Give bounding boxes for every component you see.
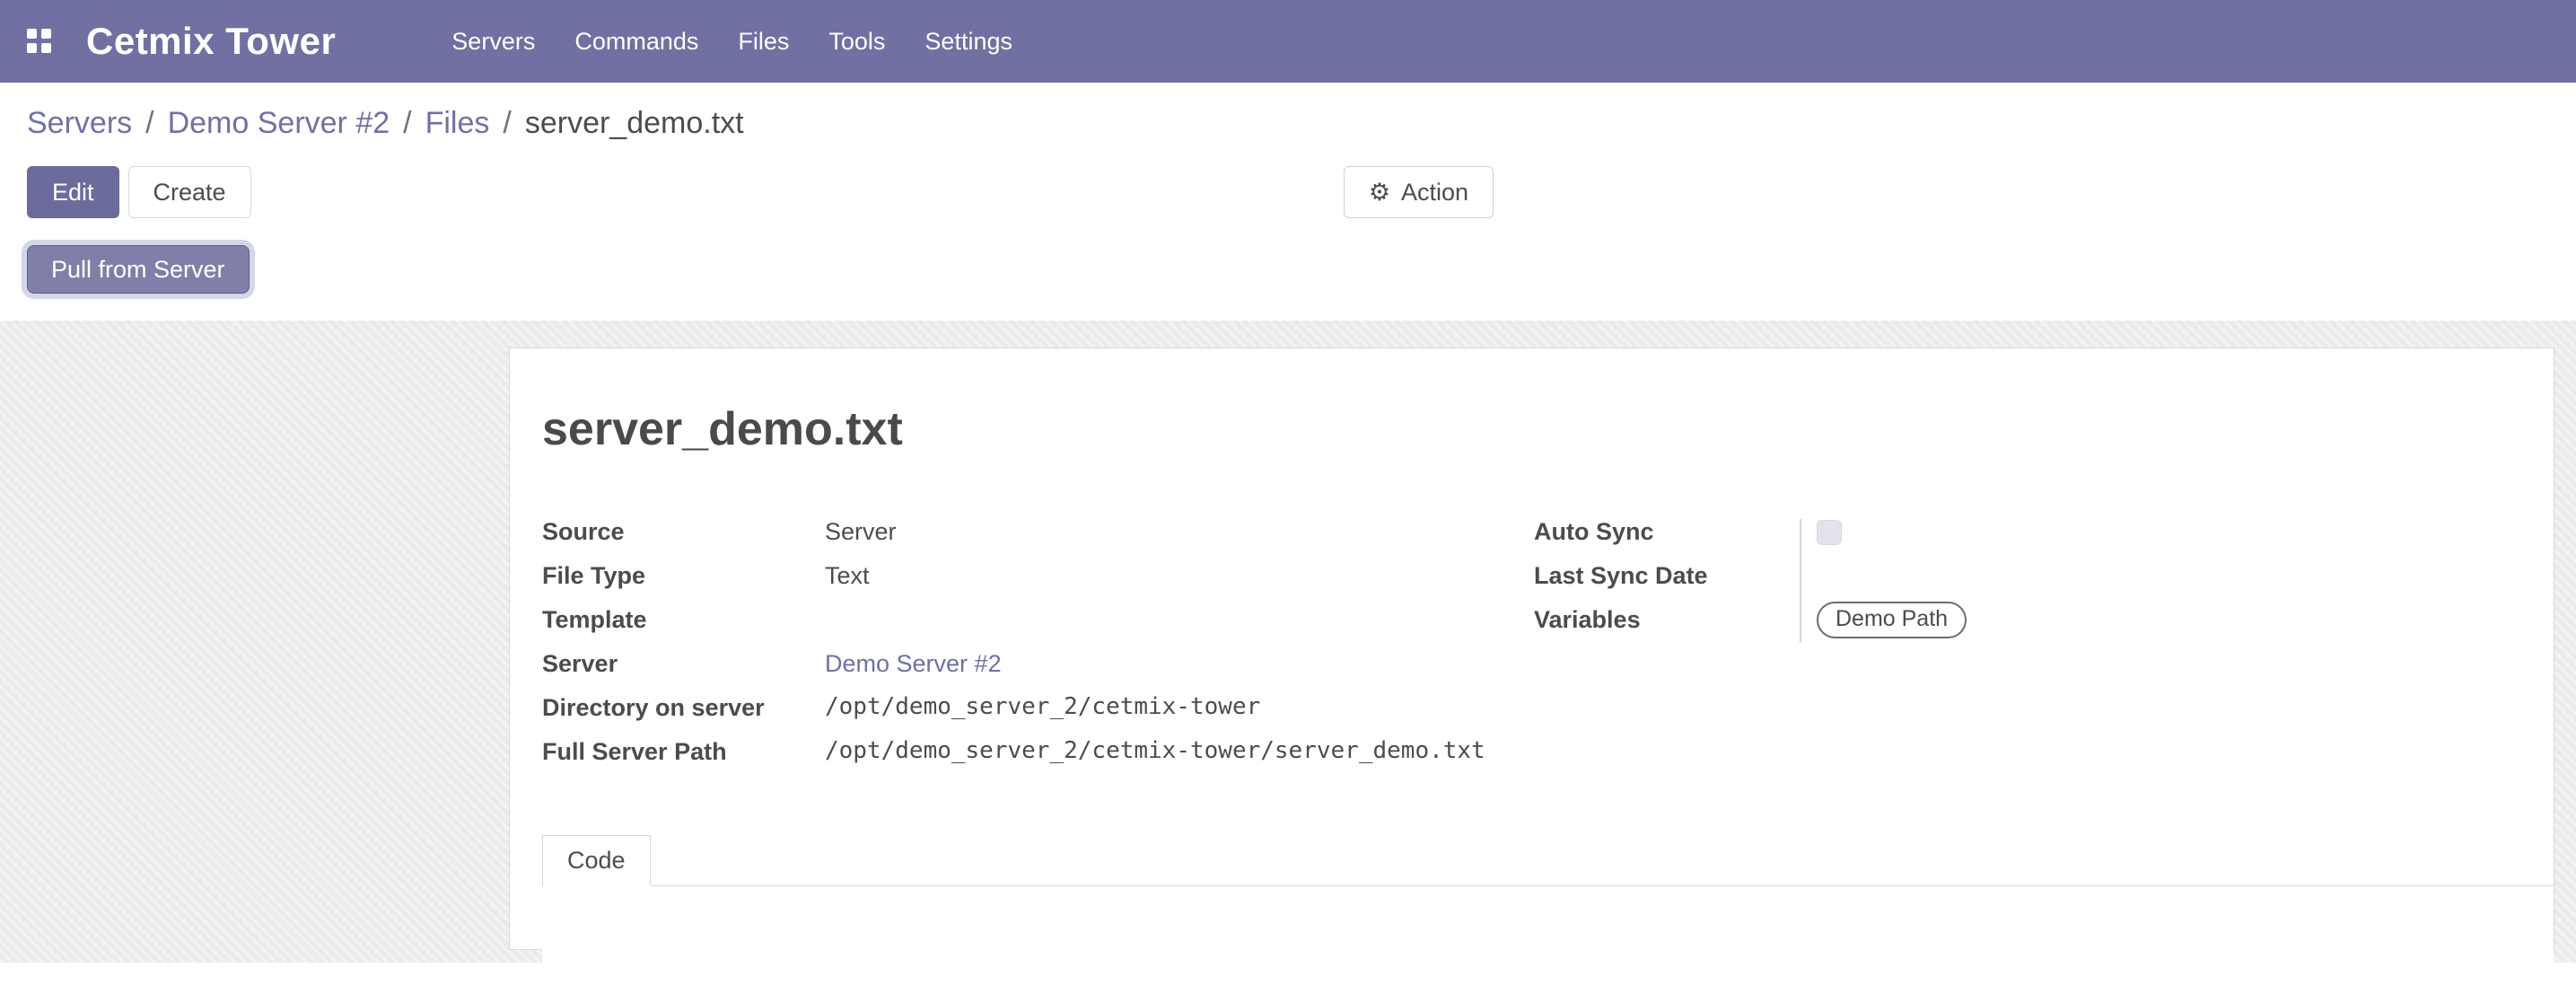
form-sheet: server_demo.txt Source Server File Type …	[509, 347, 2554, 950]
breadcrumb-demo-server-2[interactable]: Demo Server #2	[168, 106, 390, 141]
field-label-server: Server	[542, 647, 825, 680]
breadcrumb-separator: /	[403, 106, 411, 141]
field-template: Template	[542, 603, 1534, 647]
top-navbar: Cetmix Tower Servers Commands Files Tool…	[0, 0, 2576, 83]
app-brand[interactable]: Cetmix Tower	[86, 20, 336, 63]
menu-item-settings[interactable]: Settings	[909, 17, 1028, 66]
apps-grid-square	[41, 43, 51, 53]
content-area: server_demo.txt Source Server File Type …	[0, 321, 2576, 963]
breadcrumb-separator: /	[503, 106, 511, 141]
field-label-last-sync: Last Sync Date	[1534, 559, 1817, 592]
field-variables: Variables Demo Path	[1534, 603, 2518, 647]
pull-row: Pull from Server	[27, 245, 2549, 294]
main-menu: Servers Commands Files Tools Settings	[436, 17, 1028, 66]
field-label-template: Template	[542, 603, 825, 636]
field-label-directory: Directory on server	[542, 691, 825, 724]
field-file-type: File Type Text	[542, 559, 1534, 603]
apps-grid-icon[interactable]	[27, 29, 52, 54]
field-full-server-path: Full Server Path /opt/demo_server_2/cetm…	[542, 735, 1534, 779]
field-server: Server Demo Server #2	[542, 647, 1534, 691]
field-last-sync-date: Last Sync Date	[1534, 559, 2518, 603]
field-label-auto-sync: Auto Sync	[1534, 515, 1817, 548]
app-window: Cetmix Tower Servers Commands Files Tool…	[0, 0, 2576, 963]
menu-item-servers[interactable]: Servers	[436, 17, 550, 66]
field-source: Source Server	[542, 515, 1534, 559]
server-link[interactable]: Demo Server #2	[825, 647, 1002, 680]
apps-grid-square	[41, 29, 51, 39]
field-label-source: Source	[542, 515, 825, 548]
notebook: Code	[542, 835, 2554, 994]
field-auto-sync: Auto Sync	[1534, 515, 2518, 559]
tab-code-content	[542, 886, 2554, 994]
breadcrumb-separator: /	[145, 106, 153, 141]
field-value-file-type: Text	[825, 559, 870, 592]
field-label-variables: Variables	[1534, 603, 1817, 636]
field-group: Source Server File Type Text Template	[542, 515, 2518, 779]
field-value-directory: /opt/demo_server_2/cetmix-tower	[825, 691, 1260, 723]
field-column-left: Source Server File Type Text Template	[542, 515, 1534, 779]
gear-icon: ⚙	[1369, 180, 1390, 205]
apps-grid-square	[27, 29, 37, 39]
create-button[interactable]: Create	[128, 166, 251, 218]
form-sheet-inner: server_demo.txt Source Server File Type …	[510, 348, 2554, 949]
apps-grid-square	[27, 43, 37, 53]
field-label-full-path: Full Server Path	[542, 735, 825, 768]
menu-item-files[interactable]: Files	[723, 17, 804, 66]
pull-from-server-button[interactable]: Pull from Server	[27, 245, 250, 294]
breadcrumb: Servers / Demo Server #2 / Files / serve…	[27, 106, 2549, 141]
notebook-tabs: Code	[542, 835, 2554, 886]
variable-tag-demo-path[interactable]: Demo Path	[1817, 602, 1967, 638]
record-title: server_demo.txt	[542, 402, 2518, 456]
field-directory-on-server: Directory on server /opt/demo_server_2/c…	[542, 691, 1534, 735]
field-value-full-path: /opt/demo_server_2/cetmix-tower/server_d…	[825, 735, 1485, 767]
breadcrumb-current: server_demo.txt	[525, 106, 744, 141]
action-button[interactable]: ⚙ Action	[1344, 166, 1494, 218]
field-column-right: Auto Sync Last Sync Date Variables Demo …	[1534, 515, 2518, 779]
breadcrumb-files[interactable]: Files	[425, 106, 490, 141]
breadcrumb-servers[interactable]: Servers	[27, 106, 132, 141]
tab-code[interactable]: Code	[542, 835, 651, 886]
menu-item-commands[interactable]: Commands	[559, 17, 714, 66]
button-row: Edit Create ⚙ Action	[27, 166, 2549, 218]
auto-sync-checkbox[interactable]	[1817, 520, 1842, 545]
menu-item-tools[interactable]: Tools	[813, 17, 900, 66]
control-panel: Servers / Demo Server #2 / Files / serve…	[0, 83, 2576, 321]
field-label-file-type: File Type	[542, 559, 825, 592]
action-button-label: Action	[1401, 179, 1468, 207]
field-value-source: Server	[825, 515, 897, 548]
field-divider	[1800, 519, 1801, 643]
edit-button[interactable]: Edit	[27, 166, 119, 218]
